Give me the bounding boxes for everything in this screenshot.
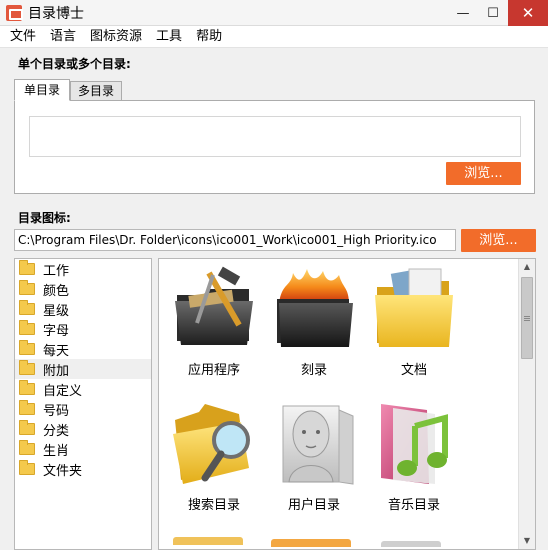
folder-icon-label: 目录图标: bbox=[18, 211, 71, 225]
icon-tile-burn[interactable]: 刻录 bbox=[264, 261, 364, 391]
menu-help[interactable]: 帮助 bbox=[189, 26, 229, 48]
burn-folder-icon bbox=[277, 269, 353, 347]
single-multi-label: 单个目录或多个目录: bbox=[18, 57, 131, 71]
partial-icon bbox=[173, 537, 243, 545]
folder-icon bbox=[19, 320, 35, 335]
category-item[interactable]: 自定义 bbox=[15, 379, 151, 399]
tab-multi-directory[interactable]: 多目录 bbox=[70, 81, 122, 101]
icon-tile-documents[interactable]: 文档 bbox=[364, 261, 464, 391]
category-item[interactable]: 字母 bbox=[15, 319, 151, 339]
window-controls: — ☐ ✕ bbox=[448, 0, 548, 26]
menu-language[interactable]: 语言 bbox=[43, 26, 83, 48]
folder-icon bbox=[19, 360, 35, 375]
category-item-selected[interactable]: 附加 bbox=[15, 359, 151, 379]
grid-scrollbar[interactable]: ▲ ▼ bbox=[518, 259, 535, 549]
minimize-button[interactable]: — bbox=[448, 0, 478, 26]
title-bar: 目录博士 — ☐ ✕ bbox=[0, 0, 548, 26]
icon-tile-apps[interactable]: 应用程序 bbox=[164, 261, 264, 391]
app-icon bbox=[6, 4, 23, 21]
user-folder-icon bbox=[282, 405, 354, 485]
folder-icon bbox=[19, 340, 35, 355]
folder-icon bbox=[19, 400, 35, 415]
icon-label: 刻录 bbox=[300, 363, 327, 378]
category-item[interactable]: 每天 bbox=[15, 339, 151, 359]
menu-icon-resources[interactable]: 图标资源 bbox=[83, 26, 149, 48]
icon-label: 应用程序 bbox=[187, 363, 240, 378]
category-item[interactable]: 生肖 bbox=[15, 439, 151, 459]
folder-icon bbox=[19, 420, 35, 435]
icon-label: 音乐目录 bbox=[387, 498, 440, 513]
browse-icon-button[interactable]: 浏览... bbox=[461, 229, 536, 252]
folder-icon bbox=[19, 380, 35, 395]
menu-file[interactable]: 文件 bbox=[0, 26, 43, 48]
folder-icon bbox=[19, 280, 35, 295]
category-item[interactable]: 号码 bbox=[15, 399, 151, 419]
tab-single-directory[interactable]: 单目录 bbox=[14, 79, 70, 101]
icon-label: 文档 bbox=[400, 363, 427, 378]
icon-path-input[interactable]: C:\Program Files\Dr. Folder\icons\ico001… bbox=[14, 229, 456, 251]
menu-tools[interactable]: 工具 bbox=[149, 26, 189, 48]
scroll-down-arrow[interactable]: ▼ bbox=[519, 533, 535, 549]
folder-icon bbox=[19, 260, 35, 275]
menu-bar: 文件 语言 图标资源 工具 帮助 bbox=[0, 26, 548, 48]
folder-icon bbox=[19, 300, 35, 315]
icon-label: 搜索目录 bbox=[187, 498, 240, 513]
browse-directory-button[interactable]: 浏览... bbox=[446, 162, 521, 185]
icon-grid: 应用程序 刻录 文档 搜索目录 用户目录 音乐目录 ▲ ▼ bbox=[158, 258, 536, 550]
window-title: 目录博士 bbox=[28, 5, 84, 22]
icon-tile-search[interactable]: 搜索目录 bbox=[164, 396, 264, 526]
folder-icon bbox=[19, 460, 35, 475]
folder-icon bbox=[19, 440, 35, 455]
category-item[interactable]: 星级 bbox=[15, 299, 151, 319]
partial-icon bbox=[381, 541, 441, 547]
icon-label: 用户目录 bbox=[287, 498, 340, 513]
category-item[interactable]: 颜色 bbox=[15, 279, 151, 299]
documents-folder-icon bbox=[375, 268, 453, 347]
category-list: 工作 颜色 星级 字母 每天 附加 自定义 号码 分类 生肖 文件夹 bbox=[14, 258, 152, 550]
scroll-thumb[interactable] bbox=[521, 277, 533, 359]
icon-tile-music[interactable]: 音乐目录 bbox=[364, 396, 464, 526]
apps-folder-icon bbox=[175, 266, 253, 345]
category-item[interactable]: 工作 bbox=[15, 259, 151, 279]
music-folder-icon bbox=[381, 404, 448, 484]
close-button[interactable]: ✕ bbox=[508, 0, 548, 26]
category-item[interactable]: 文件夹 bbox=[15, 459, 151, 479]
maximize-button[interactable]: ☐ bbox=[478, 0, 508, 26]
icon-tile-user[interactable]: 用户目录 bbox=[264, 396, 364, 526]
category-item[interactable]: 分类 bbox=[15, 419, 151, 439]
partial-icon bbox=[271, 539, 351, 547]
search-folder-icon bbox=[173, 404, 250, 484]
tab-panel: 浏览... bbox=[14, 100, 535, 194]
directory-input[interactable] bbox=[29, 116, 521, 157]
scroll-up-arrow[interactable]: ▲ bbox=[519, 259, 535, 275]
